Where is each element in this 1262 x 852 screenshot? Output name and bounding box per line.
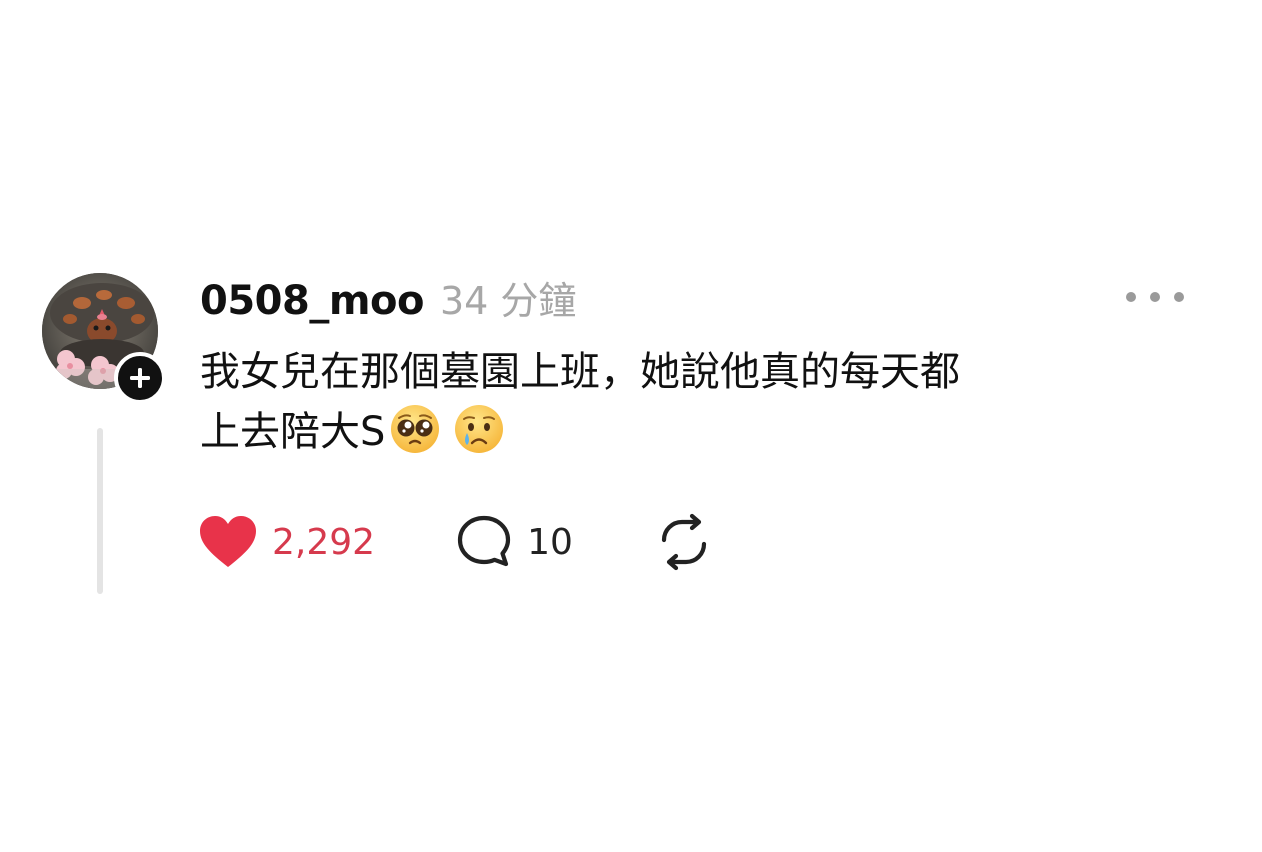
- post-header: 0508_moo 34 分鐘: [200, 270, 576, 326]
- post-text: 我女兒在那個墓園上班，她說他真的每天都 上去陪大S: [200, 342, 1170, 472]
- speech-bubble-icon: [457, 515, 511, 567]
- repost-button[interactable]: [655, 513, 713, 571]
- post-text-line: 我女兒在那個墓園上班，她說他真的每天都: [200, 349, 960, 395]
- plus-icon: [130, 368, 150, 388]
- thread-post: 0508_moo 34 分鐘 我女兒在那個墓園上班，她說他真的每天都 上去陪大S: [0, 0, 1262, 852]
- heart-icon: [200, 516, 256, 567]
- like-count: 2,292: [272, 521, 376, 563]
- pleading-face-emoji: [389, 403, 441, 472]
- repost-icon: [661, 513, 706, 571]
- follow-button[interactable]: [114, 352, 166, 404]
- post-text-line: 上去陪大S: [200, 402, 1170, 472]
- more-horizontal-icon: [1126, 292, 1136, 302]
- timestamp: 34 分鐘: [439, 279, 577, 323]
- post-actions: 2,292 10: [198, 512, 713, 572]
- reply-count: 10: [527, 521, 573, 563]
- crying-face-emoji: [453, 403, 505, 472]
- thread-line: [97, 428, 103, 594]
- username[interactable]: 0508_moo: [200, 278, 424, 324]
- like-button[interactable]: 2,292: [198, 515, 375, 569]
- reply-button[interactable]: 10: [455, 513, 573, 571]
- more-options-button[interactable]: [1126, 283, 1184, 311]
